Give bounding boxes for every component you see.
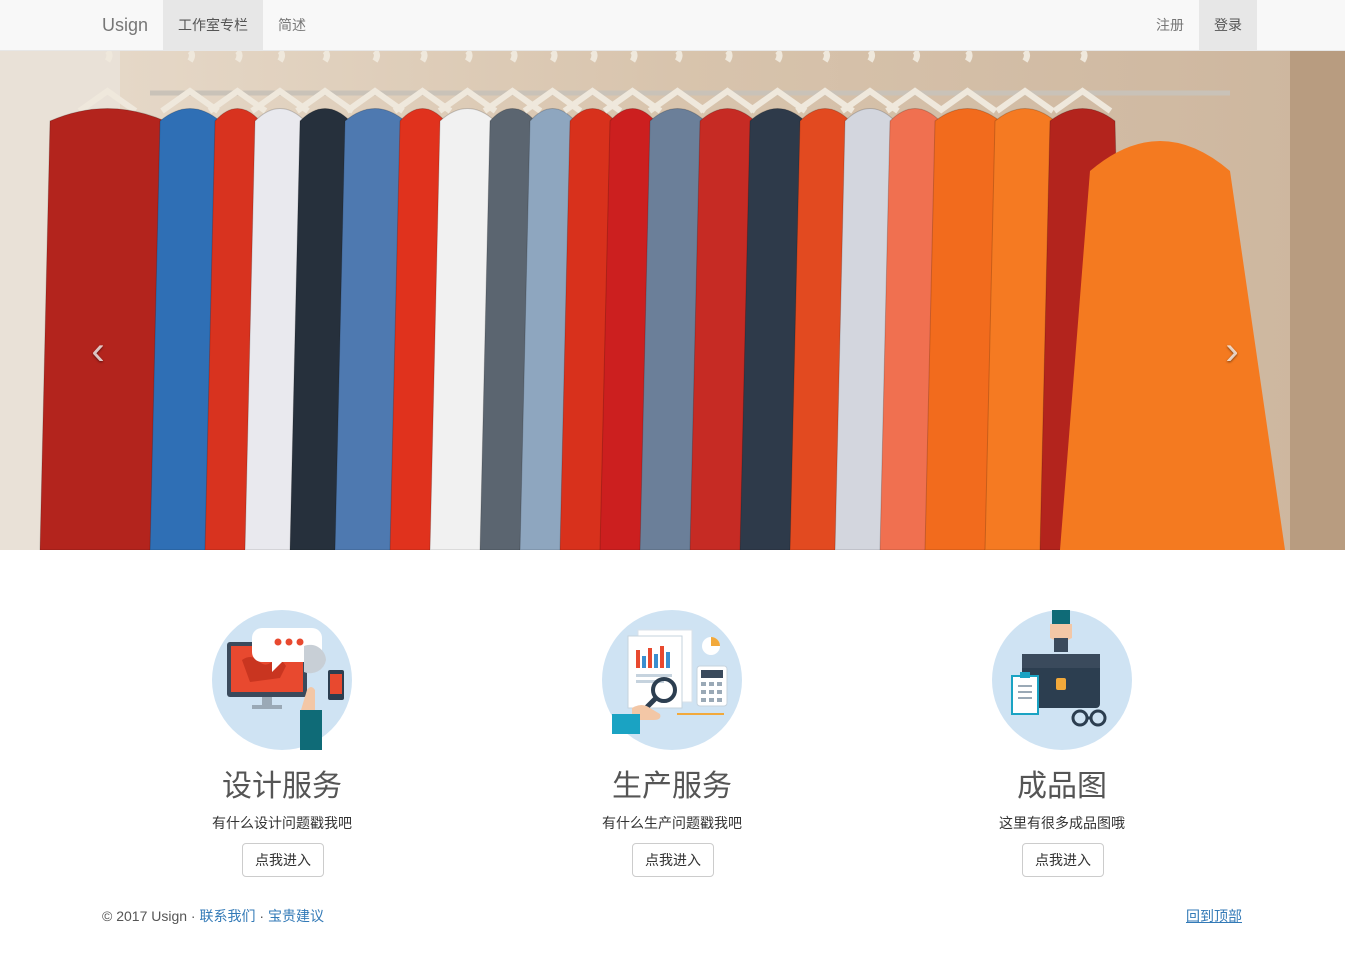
footer: © 2017 Usign · 联系我们 · 宝贵建议 — [102, 906, 324, 926]
nav-item-studio[interactable]: 工作室专栏 — [163, 0, 263, 50]
design-service-icon — [212, 610, 352, 750]
contact-us-link[interactable]: 联系我们 — [200, 908, 256, 924]
enter-products-button[interactable]: 点我进入 — [1022, 843, 1104, 877]
feature-desc: 有什么生产问题戳我吧 — [602, 815, 742, 831]
carousel-prev-button[interactable]: ‹ — [83, 331, 113, 371]
back-to-top-link[interactable]: 回到顶部 — [1186, 906, 1242, 926]
products-gallery-icon — [992, 610, 1132, 750]
nav-item-summary[interactable]: 简述 — [263, 0, 321, 50]
hero-carousel[interactable]: ‹ › — [0, 51, 1345, 550]
nav-item-login[interactable]: 登录 — [1199, 0, 1257, 50]
top-navbar: Usign 工作室专栏 简述 注册 登录 — [0, 0, 1345, 51]
enter-design-button[interactable]: 点我进入 — [242, 843, 324, 877]
footer-separator: · — [187, 908, 200, 924]
chevron-left-icon: ‹ — [91, 329, 105, 373]
feature-desc: 有什么设计问题戳我吧 — [212, 815, 352, 831]
copyright-text: © 2017 Usign — [102, 908, 188, 924]
clothes-rack-image — [0, 51, 1345, 550]
enter-production-button[interactable]: 点我进入 — [632, 843, 714, 877]
feature-desc: 这里有很多成品图哦 — [999, 815, 1125, 831]
brand-logo[interactable]: Usign — [102, 0, 148, 50]
feature-title: 成品图 — [1017, 769, 1107, 804]
feedback-link[interactable]: 宝贵建议 — [268, 908, 324, 924]
footer-separator: · — [255, 908, 268, 924]
production-service-icon — [602, 610, 742, 750]
carousel-next-button[interactable]: › — [1217, 331, 1247, 371]
chevron-right-icon: › — [1225, 329, 1239, 373]
feature-title: 设计服务 — [222, 769, 342, 804]
nav-item-register[interactable]: 注册 — [1141, 0, 1199, 50]
feature-title: 生产服务 — [612, 769, 732, 804]
